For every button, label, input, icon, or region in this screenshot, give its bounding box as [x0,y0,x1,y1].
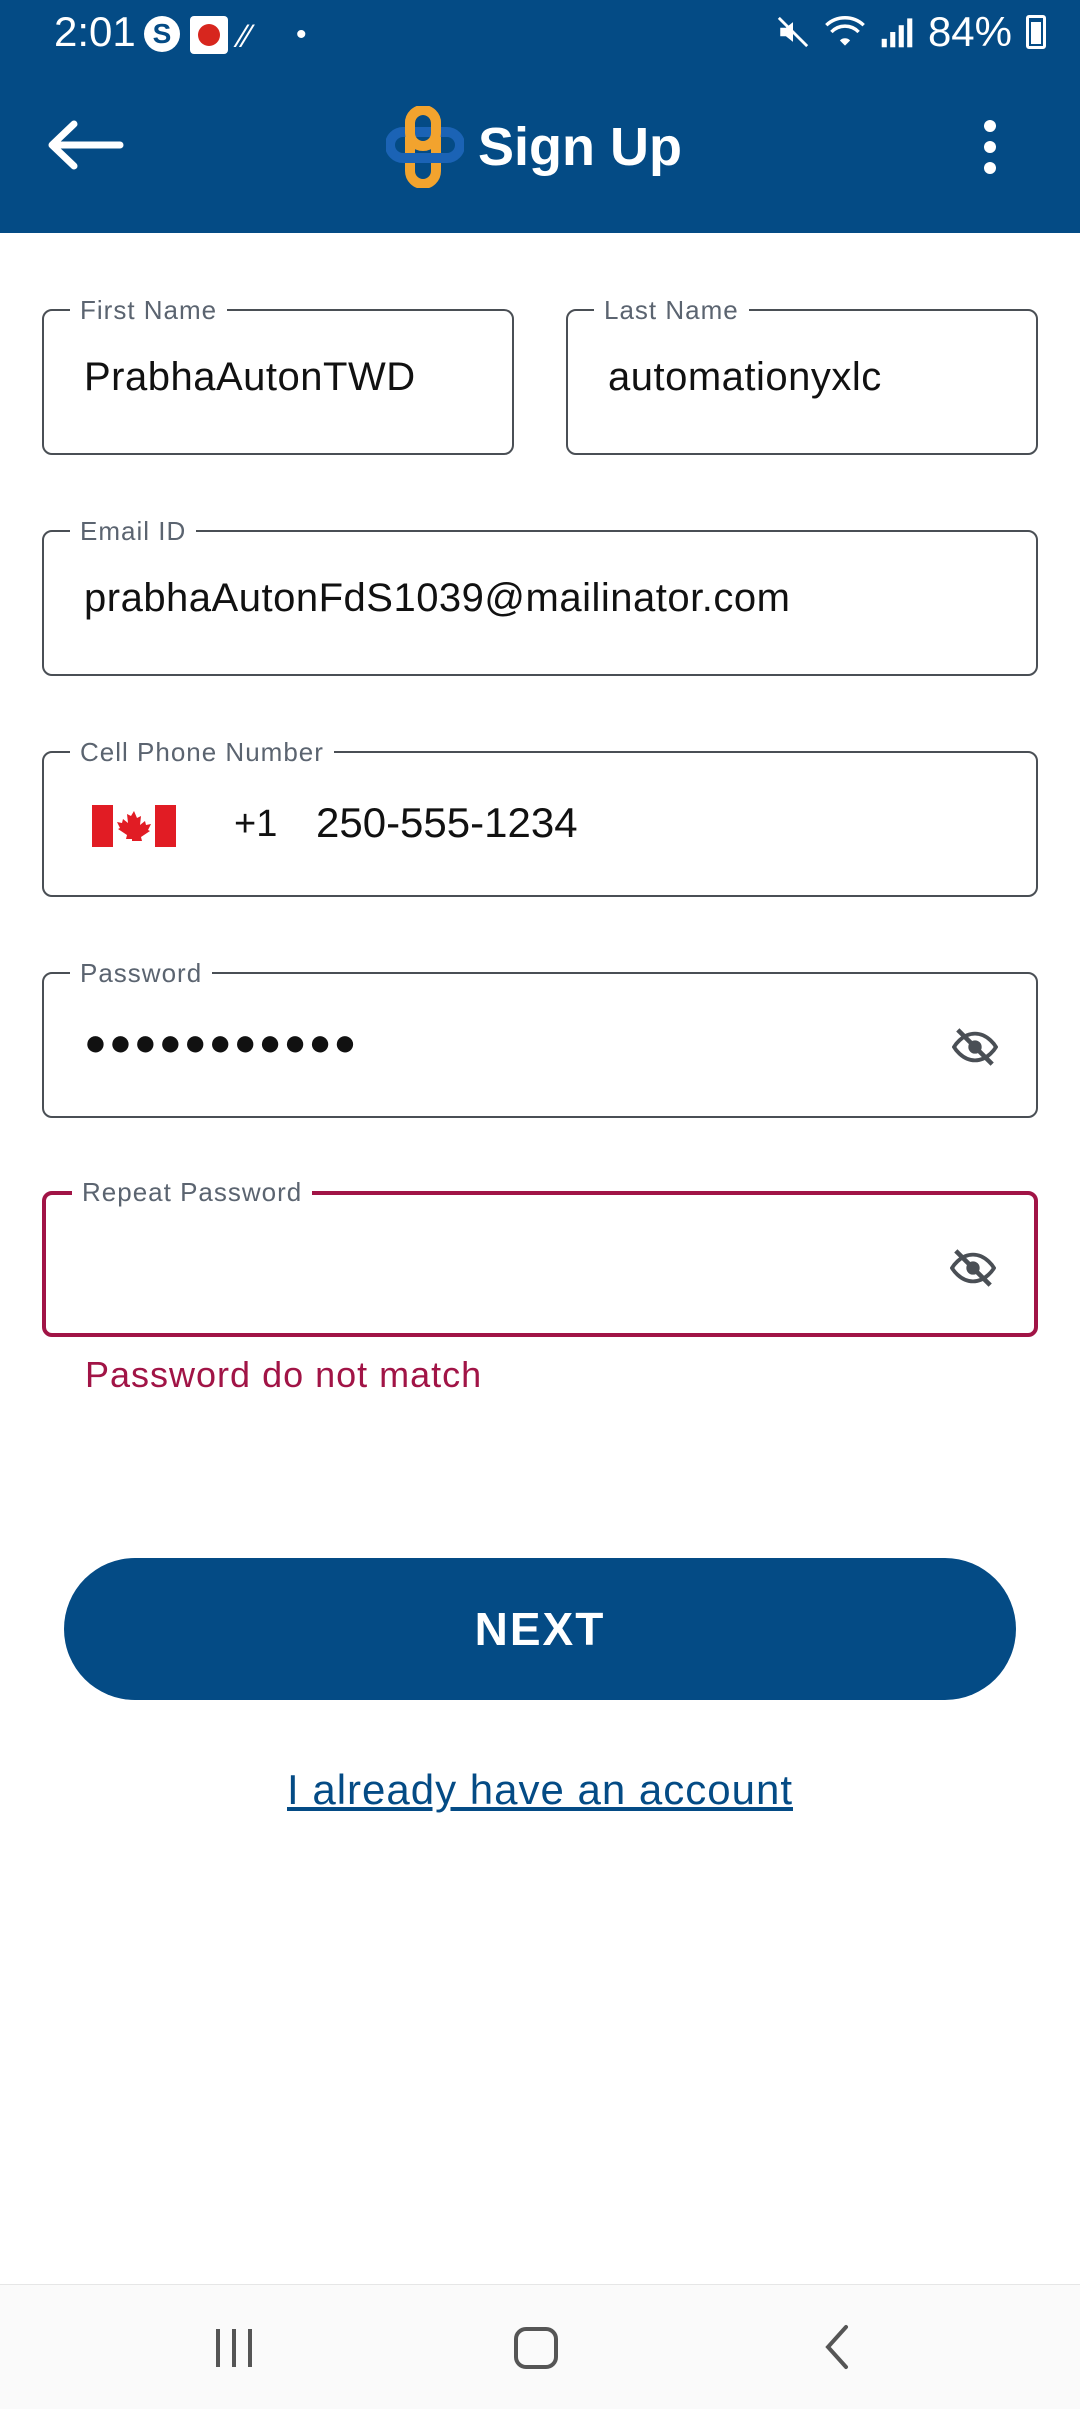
password-value[interactable]: ●●●●●●●●●●● [84,1022,358,1065]
phone-field[interactable]: Cell Phone Number +1 250-555-1234 [42,737,1038,897]
back-button[interactable] [40,110,130,180]
title-group: Sign Up [386,102,682,192]
signal-dots-icon: ⁄⁄ [240,18,251,54]
email-value[interactable]: prabhaAutonFdS1039@mailinator.com [84,576,790,621]
already-have-account-link[interactable]: I already have an account [0,1766,1080,1814]
home-icon [514,2327,558,2369]
recent-apps-icon [216,2329,252,2367]
country-code[interactable]: +1 [234,803,277,846]
email-field[interactable]: Email ID prabhaAutonFdS1039@mailinator.c… [42,516,1038,676]
arrow-left-icon [48,120,124,170]
canada-flag-icon[interactable] [92,805,176,847]
last-name-value[interactable]: automationyxlc [608,355,882,400]
recent-apps-button[interactable] [204,2317,264,2377]
eye-off-icon [951,1028,999,1066]
back-icon [825,2325,848,2369]
home-button[interactable] [506,2317,566,2377]
repeat-password-error: Password do not match [85,1354,483,1395]
status-bar: 2:01 S ⁄⁄ • 84% [0,0,1080,72]
nav-back-button[interactable] [808,2317,868,2377]
status-time: 2:01 [54,8,136,55]
battery-percent: 84% [927,8,1012,55]
last-name-label: Last Name [594,295,749,326]
page-title: Sign Up [478,117,682,177]
system-nav-bar [0,2284,1080,2409]
mute-icon [777,16,809,48]
logo-icon [386,106,464,188]
repeat-password-visibility-toggle[interactable] [949,1247,997,1289]
last-name-field[interactable]: Last Name automationyxlc [566,295,1038,455]
first-name-value[interactable]: PrabhaAutonTWD [84,355,416,400]
password-field[interactable]: Password ●●●●●●●●●●● [42,958,1038,1118]
password-visibility-toggle[interactable] [951,1026,999,1068]
eye-off-icon [949,1249,997,1287]
first-name-label: First Name [70,295,228,326]
first-name-field[interactable]: First Name PrabhaAutonTWD [42,295,514,455]
notification-dot-icon: • [296,18,307,51]
app-bar: Sign Up [0,72,1080,233]
cell-signal-icon [881,18,913,48]
status-right: 84% [776,8,1046,56]
app-notification-icon [190,16,228,54]
email-label: Email ID [70,516,197,547]
phone-label: Cell Phone Number [70,737,334,768]
next-button[interactable]: NEXT [64,1558,1016,1700]
repeat-password-field[interactable]: Repeat Password [42,1177,1038,1337]
repeat-password-label: Repeat Password [72,1177,313,1208]
wifi-icon [825,16,865,46]
skype-icon: S [144,16,180,52]
more-vert-icon [984,120,996,174]
password-label: Password [70,958,213,989]
phone-value[interactable]: 250-555-1234 [316,799,578,847]
battery-icon [1026,15,1046,49]
more-options-button[interactable] [970,112,1010,182]
